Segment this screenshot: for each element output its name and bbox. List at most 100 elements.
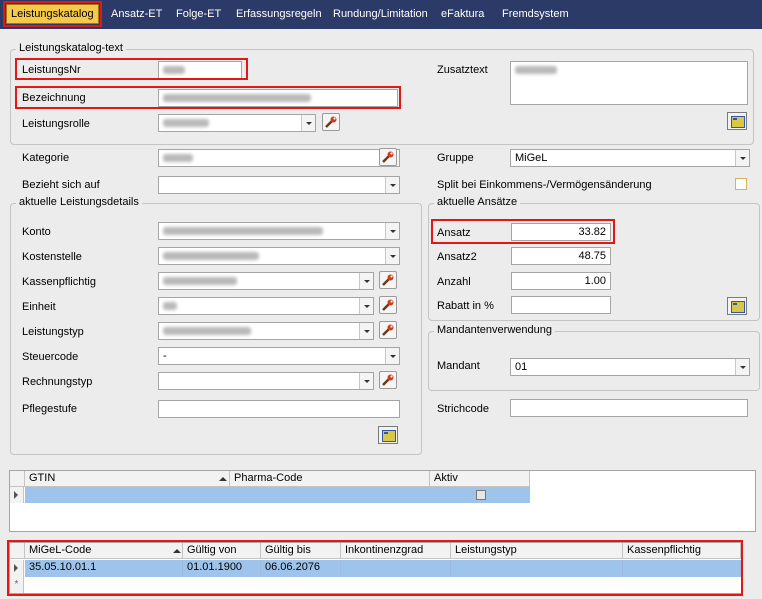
split-label: Split bei Einkommens-/Vermögensänderung xyxy=(437,179,652,191)
edit-card-icon[interactable] xyxy=(727,297,747,315)
current-row-icon xyxy=(14,491,18,499)
tab-rundung-limitation[interactable]: Rundung/Limitation xyxy=(329,5,432,23)
current-row-icon xyxy=(14,564,18,572)
konto-label: Konto xyxy=(22,226,51,238)
leistungsnr-label: LeistungsNr xyxy=(22,64,81,76)
aktiv-checkbox[interactable] xyxy=(476,490,486,500)
table-row[interactable] xyxy=(25,487,530,503)
edit-card-icon[interactable] xyxy=(378,426,398,444)
wrench-icon[interactable] xyxy=(379,271,397,289)
konto-select[interactable] xyxy=(158,222,400,240)
new-row[interactable] xyxy=(25,577,741,593)
grid-corner xyxy=(10,471,25,487)
einheit-select[interactable] xyxy=(158,297,374,315)
rechnungstyp-select[interactable] xyxy=(158,372,374,390)
wrench-icon[interactable] xyxy=(379,321,397,339)
chevron-down-icon[interactable] xyxy=(359,373,373,389)
column-header-gueltig-von[interactable]: Gültig von xyxy=(183,543,261,559)
bezeichnung-field[interactable] xyxy=(158,89,398,107)
ansatz-label: Ansatz xyxy=(437,227,471,239)
cell-gueltig-von[interactable]: 01.01.1900 xyxy=(183,560,261,576)
steuercode-value: - xyxy=(163,350,167,362)
gruppe-select[interactable]: MiGeL xyxy=(510,149,750,167)
column-header-migel-code[interactable]: MiGeL-Code xyxy=(25,543,183,559)
rabatt-label: Rabatt in % xyxy=(437,300,494,312)
kassenpflichtig-label: Kassenpflichtig xyxy=(22,276,96,288)
wrench-icon[interactable] xyxy=(322,113,340,131)
cell-leistungstyp[interactable] xyxy=(451,560,623,576)
chevron-down-icon[interactable] xyxy=(385,248,399,264)
cell-kassenpflichtig[interactable] xyxy=(623,560,741,576)
leistungstyp-select[interactable] xyxy=(158,322,374,340)
column-header-leistungstyp[interactable]: Leistungstyp xyxy=(451,543,623,559)
row-header[interactable] xyxy=(10,560,24,577)
tab-ansatz-et[interactable]: Ansatz-ET xyxy=(107,5,166,23)
chevron-down-icon[interactable] xyxy=(359,273,373,289)
tab-fremdsystem[interactable]: Fremdsystem xyxy=(498,5,573,23)
leistungstyp-label: Leistungstyp xyxy=(22,326,84,338)
chevron-down-icon[interactable] xyxy=(735,359,749,375)
kategorie-select[interactable] xyxy=(158,149,400,167)
mandant-value: 01 xyxy=(515,361,528,373)
column-header-gueltig-bis[interactable]: Gültig bis xyxy=(261,543,341,559)
column-header-pharma-code[interactable]: Pharma-Code xyxy=(230,471,430,487)
chevron-down-icon[interactable] xyxy=(359,323,373,339)
strichcode-label: Strichcode xyxy=(437,403,489,415)
row-header[interactable] xyxy=(10,487,24,503)
sort-ascending-icon[interactable] xyxy=(173,549,181,553)
tab-folge-et[interactable]: Folge-ET xyxy=(172,5,225,23)
tab-erfassungsregeln[interactable]: Erfassungsregeln xyxy=(232,5,326,23)
column-header-inkontinenzgrad[interactable]: Inkontinenzgrad xyxy=(341,543,451,559)
steuercode-label: Steuercode xyxy=(22,351,79,363)
leistungsrolle-label: Leistungsrolle xyxy=(22,118,90,130)
sort-ascending-icon[interactable] xyxy=(219,477,227,481)
bezieht-select[interactable] xyxy=(158,176,400,194)
kostenstelle-label: Kostenstelle xyxy=(22,251,82,263)
zusatztext-field[interactable] xyxy=(510,61,748,105)
kostenstelle-select[interactable] xyxy=(158,247,400,265)
bezieht-label: Bezieht sich auf xyxy=(22,179,100,191)
gtin-grid[interactable]: GTIN Pharma-Code Aktiv xyxy=(9,470,756,532)
einheit-label: Einheit xyxy=(22,301,56,313)
ansatz2-field[interactable]: 48.75 xyxy=(511,247,611,265)
steuercode-select[interactable]: - xyxy=(158,347,400,365)
wrench-icon[interactable] xyxy=(379,371,397,389)
cell-inkontinenzgrad[interactable] xyxy=(341,560,451,576)
chevron-down-icon[interactable] xyxy=(735,150,749,166)
chevron-down-icon[interactable] xyxy=(385,177,399,193)
anzahl-field[interactable]: 1.00 xyxy=(511,272,611,290)
leistungsnr-field[interactable] xyxy=(158,61,242,79)
kassenpflichtig-select[interactable] xyxy=(158,272,374,290)
new-row-marker[interactable]: * xyxy=(10,577,24,593)
wrench-icon[interactable] xyxy=(379,296,397,314)
cell-migel-code[interactable]: 35.05.10.01.1 xyxy=(25,560,183,576)
edit-card-icon[interactable] xyxy=(727,112,747,130)
rechnungstyp-label: Rechnungstyp xyxy=(22,376,93,388)
chevron-down-icon[interactable] xyxy=(301,115,315,131)
mandanten-group-title: Mandantenverwendung xyxy=(434,324,555,336)
cell-gueltig-bis[interactable]: 06.06.2076 xyxy=(261,560,341,576)
gruppe-label: Gruppe xyxy=(437,152,474,164)
ansatz-field[interactable]: 33.82 xyxy=(511,223,611,241)
details-group-title: aktuelle Leistungsdetails xyxy=(16,196,142,208)
tab-efaktura[interactable]: eFaktura xyxy=(437,5,488,23)
chevron-down-icon[interactable] xyxy=(385,223,399,239)
grid-corner xyxy=(10,543,25,559)
strichcode-field[interactable] xyxy=(510,399,748,417)
pflegestufe-field[interactable] xyxy=(158,400,400,418)
kategorie-label: Kategorie xyxy=(22,152,70,164)
split-checkbox[interactable] xyxy=(735,178,747,190)
column-header-aktiv[interactable]: Aktiv xyxy=(430,471,530,487)
tab-leistungskatalog[interactable]: Leistungskatalog xyxy=(3,1,102,27)
column-header-kassenpflichtig[interactable]: Kassenpflichtig xyxy=(623,543,741,559)
rabatt-field[interactable] xyxy=(511,296,611,314)
column-header-gtin[interactable]: GTIN xyxy=(25,471,230,487)
migel-grid[interactable]: MiGeL-Code Gültig von Gültig bis Inkonti… xyxy=(9,542,742,594)
wrench-icon[interactable] xyxy=(379,148,397,166)
pflegestufe-label: Pflegestufe xyxy=(22,403,78,415)
mandant-select[interactable]: 01 xyxy=(510,358,750,376)
leistungsrolle-select[interactable] xyxy=(158,114,316,132)
chevron-down-icon[interactable] xyxy=(385,348,399,364)
ansatz2-label: Ansatz2 xyxy=(437,251,477,263)
chevron-down-icon[interactable] xyxy=(359,298,373,314)
